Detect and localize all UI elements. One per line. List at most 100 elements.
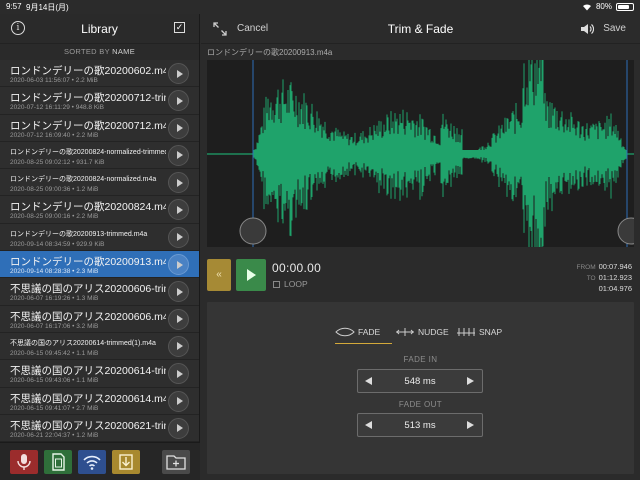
trim-start-handle[interactable] (239, 217, 267, 245)
file-play-icon[interactable] (168, 281, 189, 303)
file-list-item[interactable]: 不思議の国のアリス20200614.m4a 2020-06-15 09:41:07… (0, 387, 199, 415)
sort-key: NAME (112, 47, 136, 56)
fade-in-value[interactable]: 548 ms (378, 376, 462, 387)
file-meta: 2020-07-12 16:09:40 • 2.2 MiB (10, 131, 99, 139)
file-list: ロンドンデリーの歌20200602.m4a 2020-06-03 11:56:07… (0, 60, 199, 444)
fade-in-increase-button[interactable] (460, 370, 480, 392)
file-name: ロンドンデリーの歌20200824.m4a (10, 201, 166, 214)
sd-card-icon (52, 453, 65, 471)
file-play-icon[interactable] (168, 254, 189, 276)
download-icon (119, 454, 133, 470)
file-play-icon[interactable] (168, 417, 189, 439)
import-button[interactable] (112, 450, 140, 474)
file-name: 不思議の国のアリス20200606-trimmed.m4a (10, 283, 166, 296)
file-list-item[interactable]: ロンドンデリーの歌20200824-normalized-trimmed.m4a… (0, 141, 199, 170)
file-list-item[interactable]: ロンドンデリーの歌20200913.m4a 2020-09-14 08:28:38… (0, 251, 199, 279)
status-date: 9月14日(月) (26, 3, 69, 12)
transport-controls: « 00:00.00 LOOP FROM 00:07.946 TO 01:12.92… (207, 257, 634, 295)
file-play-icon[interactable] (168, 144, 189, 166)
tab-fade[interactable]: FADE (335, 324, 392, 344)
file-list-item[interactable]: ロンドンデリーの歌20200824-normalized.m4a 2020-08-… (0, 169, 199, 197)
fade-out-increase-button[interactable] (460, 414, 480, 436)
sort-indicator[interactable]: SORTED BY NAME (0, 44, 199, 60)
snap-icon (457, 328, 475, 336)
file-name: 不思議の国のアリス20200606.m4a (10, 310, 166, 323)
waveform[interactable] (207, 60, 634, 247)
file-play-icon[interactable] (168, 363, 189, 385)
microphone-icon (17, 454, 31, 470)
file-meta: 2020-09-14 08:34:59 • 929.9 KiB (10, 240, 105, 248)
tab-nudge-label: NUDGE (418, 327, 449, 337)
file-list-item[interactable]: 不思議の国のアリス20200614-trimmed.m4a2020-06-15 … (0, 360, 199, 388)
play-button[interactable] (236, 259, 266, 291)
tab-fade-label: FADE (358, 327, 381, 337)
waveform-view[interactable] (207, 60, 634, 247)
battery-icon (616, 2, 634, 11)
file-name: ロンドンデリーの歌20200913-trimmed.m4a (10, 230, 148, 238)
fade-panel: FADE NUDGE SNAP FADE IN 548 ms FADE OUT … (207, 302, 634, 474)
file-list-item[interactable]: 不思議の国のアリス20200621-trimmed.m4a2020-06-21 … (0, 414, 199, 443)
trim-fade-editor: Cancel Trim & Fade Save ロンドンデリーの歌2020091… (201, 14, 640, 480)
file-play-icon[interactable] (168, 172, 189, 194)
loop-toggle[interactable]: LOOP (273, 279, 308, 289)
duration-value: 01:04.976 (598, 284, 632, 293)
file-meta: 2020-08-25 09:00:16 • 2.2 MiB (10, 213, 99, 221)
editor-header: Cancel Trim & Fade Save (201, 14, 640, 44)
fade-out-value[interactable]: 513 ms (378, 420, 462, 431)
rewind-button[interactable]: « (207, 259, 231, 291)
file-play-icon[interactable] (168, 390, 189, 412)
file-list-item[interactable]: ロンドンデリーの歌20200712-trimmed.m4a2020-07-12 … (0, 87, 199, 115)
file-meta: 2020-09-14 08:28:38 • 2.3 MiB (10, 268, 99, 276)
battery-fill (618, 4, 630, 9)
file-play-icon[interactable] (168, 90, 189, 112)
to-label: TO (586, 275, 596, 282)
tab-nudge[interactable]: NUDGE (395, 324, 449, 344)
file-play-icon[interactable] (168, 199, 189, 221)
library-title: Library (81, 22, 118, 36)
file-list-item[interactable]: 不思議の国のアリス20200606-trimmed.m4a2020-06-07 … (0, 278, 199, 306)
speaker-icon[interactable] (580, 23, 594, 35)
library-toolbar (0, 442, 200, 480)
file-list-item[interactable]: ロンドンデリーの歌20200824.m4a 2020-08-25 09:00:16… (0, 196, 199, 224)
file-play-icon[interactable] (168, 308, 189, 330)
tab-snap[interactable]: SNAP (456, 324, 502, 344)
file-meta: 2020-06-15 09:41:07 • 2.7 MiB (10, 404, 99, 412)
file-play-icon[interactable] (168, 226, 189, 248)
file-name: 不思議の国のアリス20200614-trimmed(1).m4a (10, 339, 156, 347)
loop-label: LOOP (284, 279, 308, 289)
sd-card-button[interactable] (44, 450, 72, 474)
new-folder-button[interactable] (162, 450, 190, 474)
file-meta: 2020-06-15 09:43:06 • 1.1 MiB (10, 377, 99, 385)
wifi-button[interactable] (78, 450, 106, 474)
file-play-icon[interactable] (168, 335, 189, 357)
select-checkbox-icon[interactable]: ✓ (174, 22, 185, 33)
file-name: 不思議の国のアリス20200614.m4a (10, 392, 166, 405)
folder-add-icon (166, 455, 186, 470)
file-list-item[interactable]: ロンドンデリーの歌20200712.m4a 2020-07-12 16:09:40… (0, 114, 199, 142)
file-play-icon[interactable] (168, 63, 189, 84)
fade-out-label: FADE OUT (398, 400, 443, 409)
record-button[interactable] (10, 450, 38, 474)
panel-tabs: FADE NUDGE SNAP (207, 324, 634, 344)
nudge-icon (396, 328, 414, 336)
file-name: ロンドンデリーの歌20200913.m4a (10, 256, 166, 269)
library-sidebar: i Library ✓ SORTED BY NAME ロンドンデリーの歌2020… (0, 14, 200, 480)
loop-checkbox[interactable] (273, 281, 280, 288)
trim-end-handle[interactable] (617, 217, 634, 245)
save-button[interactable]: Save (603, 23, 626, 34)
fade-in-decrease-button[interactable] (360, 370, 380, 392)
editor-title: Trim & Fade (387, 22, 454, 36)
file-list-item[interactable]: 不思議の国のアリス20200606.m4a 2020-06-07 16:17:06… (0, 305, 199, 333)
from-label: FROM (576, 264, 596, 271)
file-play-icon[interactable] (168, 117, 189, 139)
file-list-item[interactable]: ロンドンデリーの歌20200913-trimmed.m4a 2020-09-14 … (0, 223, 199, 252)
file-meta: 2020-08-25 09:02:12 • 931.7 KiB (10, 158, 105, 166)
file-name: ロンドンデリーの歌20200712-trimmed.m4a (10, 92, 166, 105)
file-list-item[interactable]: 不思議の国のアリス20200614-trimmed(1).m4a 2020-06-… (0, 332, 199, 361)
file-name: ロンドンデリーの歌20200824-normalized.m4a (10, 176, 157, 184)
fade-out-decrease-button[interactable] (360, 414, 380, 436)
wifi-icon (83, 455, 101, 470)
current-time: 00:00.00 (272, 261, 322, 275)
from-value: 00:07.946 (598, 262, 632, 271)
file-list-item[interactable]: ロンドンデリーの歌20200602.m4a 2020-06-03 11:56:07… (0, 60, 199, 88)
